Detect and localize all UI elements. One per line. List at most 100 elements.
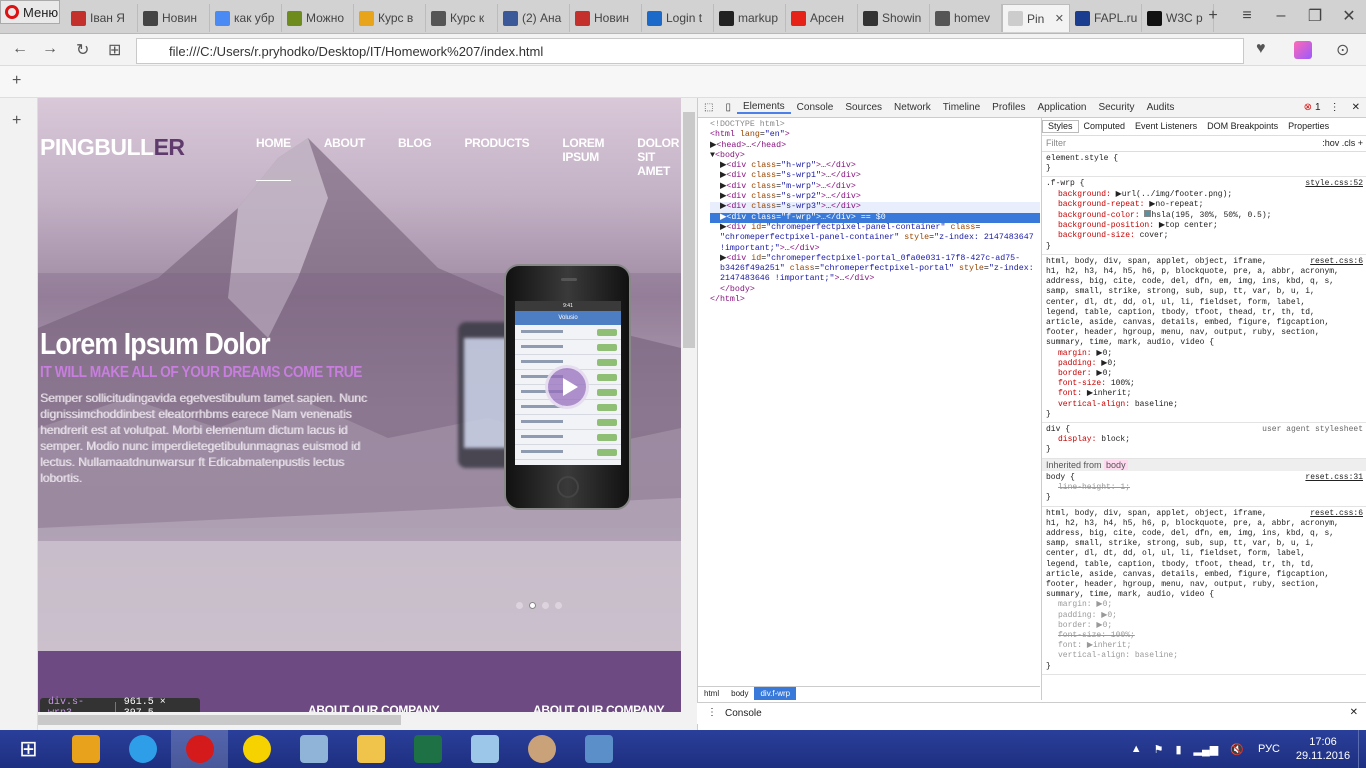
speed-dial-icon[interactable]: ⊞ (108, 40, 121, 60)
close-tab-icon[interactable]: ✕ (1055, 12, 1064, 25)
add-bookmark-icon[interactable]: + (12, 72, 21, 90)
browser-tab[interactable]: Новин (570, 4, 642, 32)
browser-tab[interactable]: Іван Я (66, 4, 138, 32)
subtab-computed[interactable]: Computed (1079, 121, 1131, 131)
add-rule-icon[interactable]: + (1358, 138, 1363, 148)
elements-tree[interactable]: <!DOCTYPE html> <html lang="en"> ▶<head>… (698, 118, 1040, 684)
devtools-menu-icon[interactable]: ⋮ (1324, 102, 1346, 113)
bookmarks-bar: + (0, 66, 1366, 98)
action-center-flag-icon[interactable]: ⚑ (1148, 743, 1170, 756)
taskbar-network[interactable] (285, 730, 342, 768)
tab-audits[interactable]: Audits (1141, 102, 1181, 113)
clock[interactable]: 17:06 29.11.2016 (1288, 735, 1358, 763)
forward-icon[interactable]: → (42, 40, 58, 58)
tab-timeline[interactable]: Timeline (937, 102, 986, 113)
browser-tab[interactable]: Pin ✕ (1002, 4, 1070, 32)
volume-muted-icon[interactable]: 🔇 (1224, 743, 1250, 756)
taskbar-excel[interactable] (399, 730, 456, 768)
browser-tab[interactable]: Арсен (786, 4, 858, 32)
taskbar-outlook[interactable] (57, 730, 114, 768)
horizontal-scrollbar[interactable] (38, 712, 681, 730)
inspect-element-icon[interactable]: ⬚ (698, 102, 719, 113)
slider-dot-active[interactable] (529, 602, 536, 609)
tab-sources[interactable]: Sources (839, 102, 888, 113)
extension-icon[interactable] (1294, 41, 1312, 59)
heart-icon[interactable]: ♥ (1256, 40, 1266, 58)
styles-pane: Styles Computed Event Listeners DOM Brea… (1041, 118, 1366, 700)
console-drawer-tab[interactable]: Console (725, 708, 762, 719)
url-field[interactable]: file:///C:/Users/r.pryhodko/Desktop/IT/H… (136, 38, 1244, 64)
taskbar-photos[interactable] (570, 730, 627, 768)
browser-tab[interactable]: Showin (858, 4, 930, 32)
browser-tab[interactable]: markup (714, 4, 786, 32)
taskbar-explorer[interactable] (342, 730, 399, 768)
console-drawer[interactable]: ⋮ Console ✕ (697, 702, 1366, 724)
minimize-icon[interactable]: – (1264, 7, 1298, 25)
taskbar-1c[interactable] (228, 730, 285, 768)
browser-tab[interactable]: Курс к (426, 4, 498, 32)
play-video-icon[interactable] (545, 365, 589, 409)
nav-about[interactable]: ABOUT (324, 136, 365, 181)
reload-icon[interactable]: ↻ (76, 40, 89, 60)
breadcrumb-body[interactable]: body (725, 687, 754, 700)
devtools-close-icon[interactable]: ✕ (1346, 102, 1366, 113)
breadcrumb-html[interactable]: html (698, 687, 725, 700)
nav-lorem-ipsum[interactable]: LOREM IPSUM (562, 136, 604, 181)
subtab-properties[interactable]: Properties (1283, 121, 1334, 131)
taskbar-paint[interactable] (513, 730, 570, 768)
tab-console[interactable]: Console (791, 102, 840, 113)
download-icon[interactable]: ⊙ (1336, 40, 1349, 60)
browser-tab[interactable]: Курс в (354, 4, 426, 32)
breadcrumb-f-wrp[interactable]: div.f-wrp (754, 687, 797, 700)
restore-icon[interactable]: ❐ (1298, 6, 1332, 26)
styles-filter-input[interactable]: Filter (1046, 138, 1066, 148)
back-icon[interactable]: ← (12, 40, 28, 58)
browser-tab[interactable]: (2) Ана (498, 4, 570, 32)
nav-blog[interactable]: BLOG (398, 136, 432, 181)
nav-home[interactable]: HOME (256, 136, 291, 181)
taskbar-notepad[interactable] (456, 730, 513, 768)
language-indicator[interactable]: РУС (1250, 743, 1288, 755)
start-button[interactable]: ⊞ (0, 730, 57, 768)
slider-dot[interactable] (542, 602, 549, 609)
nav-products[interactable]: PRODUCTS (464, 136, 529, 181)
tab-application[interactable]: Application (1032, 102, 1093, 113)
browser-tab[interactable]: Login t (642, 4, 714, 32)
hov-toggle[interactable]: :hov (1322, 138, 1339, 148)
browser-tab[interactable]: как убр (210, 4, 282, 32)
nav-dolor-sit-amet[interactable]: DOLOR SIT AMET (637, 136, 679, 181)
tab-security[interactable]: Security (1092, 102, 1140, 113)
opera-icon (185, 735, 214, 763)
tab-elements[interactable]: Elements (736, 101, 791, 114)
slider-dot[interactable] (516, 602, 523, 609)
tab-network[interactable]: Network (888, 102, 937, 113)
drawer-menu-icon[interactable]: ⋮ (707, 707, 717, 718)
signal-icon[interactable]: ▂▄▆ (1188, 743, 1225, 756)
tray-expand-icon[interactable]: ▲ (1125, 743, 1148, 755)
vertical-scrollbar[interactable] (681, 98, 697, 730)
browser-tab[interactable]: Новин (138, 4, 210, 32)
subtab-dom-breakpoints[interactable]: DOM Breakpoints (1202, 121, 1283, 131)
tab-profiles[interactable]: Profiles (986, 102, 1031, 113)
error-icon[interactable]: ⊗ (1304, 102, 1312, 113)
subtab-event-listeners[interactable]: Event Listeners (1130, 121, 1202, 131)
browser-tab[interactable]: Можно (282, 4, 354, 32)
sidebar-add-icon[interactable]: + (12, 112, 21, 130)
taskbar-ie[interactable] (114, 730, 171, 768)
device-mode-icon[interactable]: ▯ (719, 102, 737, 113)
logo-text-dark: ER (153, 134, 185, 160)
subtab-styles[interactable]: Styles (1042, 120, 1079, 133)
site-logo[interactable]: PINGBULLER (40, 134, 185, 161)
slider-dot[interactable] (555, 602, 562, 609)
close-window-icon[interactable]: ✕ (1332, 6, 1366, 26)
browser-tab[interactable]: FAPL.ru (1070, 4, 1142, 32)
tab-menu-icon[interactable]: ≡ (1230, 7, 1264, 25)
drawer-close-icon[interactable]: ✕ (1350, 707, 1358, 718)
opera-menu-button[interactable]: Меню (0, 0, 60, 24)
new-tab-icon[interactable]: + (1196, 7, 1230, 25)
show-desktop-button[interactable] (1358, 730, 1366, 768)
cls-toggle[interactable]: .cls (1342, 138, 1356, 148)
browser-tab[interactable]: homev (930, 4, 1002, 32)
taskbar-opera[interactable] (171, 730, 228, 768)
battery-icon[interactable]: ▮ (1169, 743, 1187, 756)
